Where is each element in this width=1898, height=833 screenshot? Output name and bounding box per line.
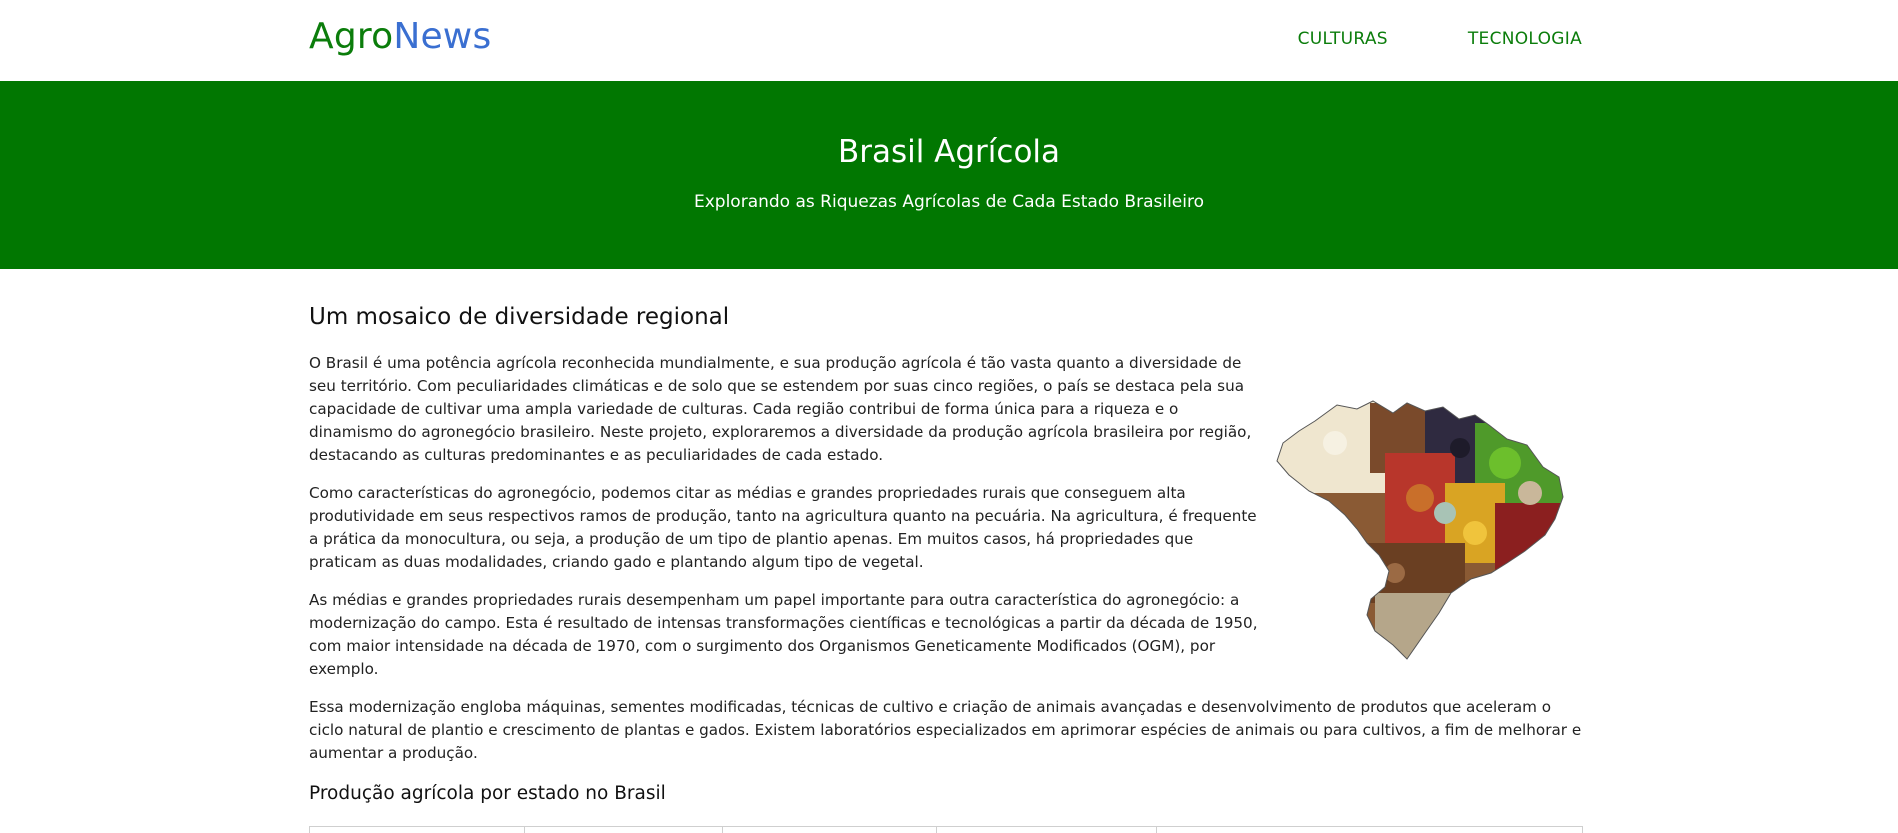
hero-title: Brasil Agrícola: [837, 134, 1061, 170]
table-heading: Produção agrícola por estado no Brasil: [309, 783, 666, 804]
hero-subtitle: Explorando as Riquezas Agrícolas de Cada…: [693, 192, 1205, 212]
paragraph-modernization: As médias e grandes propriedades rurais …: [309, 591, 1258, 678]
main-nav: CULTURAS TECNOLOGIA: [1298, 29, 1582, 49]
logo[interactable]: AgroNews: [309, 16, 491, 57]
nav-link-tecnologia[interactable]: TECNOLOGIA: [1468, 29, 1582, 49]
logo-news: News: [393, 16, 492, 57]
nav-link-culturas[interactable]: CULTURAS: [1298, 29, 1388, 49]
hero-banner: Brasil Agrícola Explorando as Riquezas A…: [0, 81, 1898, 269]
paragraph-characteristics: Como características do agronegócio, pod…: [309, 484, 1257, 571]
brazil-produce-map-image: [1276, 400, 1564, 660]
logo-agro: Agro: [309, 16, 394, 57]
paragraph-technology: Essa modernização engloba máquinas, seme…: [309, 698, 1582, 762]
section-heading: Um mosaico de diversidade regional: [309, 304, 730, 330]
paragraph-intro: O Brasil é uma potência agrícola reconhe…: [309, 354, 1252, 464]
production-table: [309, 826, 1583, 833]
site-header: AgroNews CULTURAS TECNOLOGIA: [0, 0, 1898, 81]
